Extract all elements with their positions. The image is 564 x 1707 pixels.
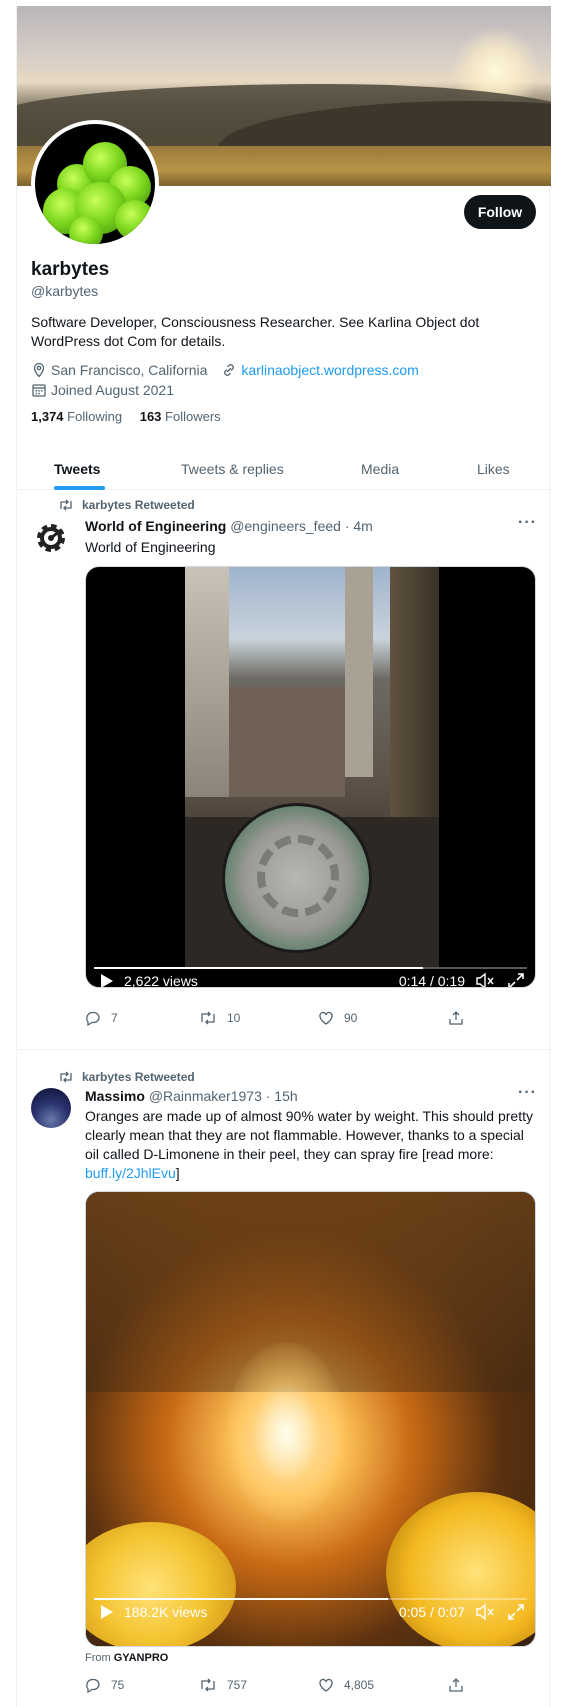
more-icon[interactable]: ··· [518, 1084, 537, 1102]
tweet[interactable]: karbytes Retweeted Massimo @Rainmaker197… [17, 1060, 551, 1707]
share-icon [449, 1011, 463, 1025]
profile-handle: @karbytes [31, 283, 99, 299]
tweet-header: Massimo @Rainmaker1973 · 15h [85, 1088, 298, 1104]
video-controls: 188.2K views 0:05 / 0:07 [86, 1598, 535, 1628]
location-icon [33, 362, 45, 378]
retweet-icon [201, 1011, 215, 1025]
video-frame [86, 1192, 535, 1646]
tweet-actions: 7 10 90 [85, 1010, 536, 1030]
tweet-text: Oranges are made up of almost 90% water … [85, 1108, 533, 1181]
profile-location: San Francisco, California [51, 362, 208, 378]
video-time: 0:05 / 0:07 [398, 1604, 465, 1620]
video-views: 188.2K views [124, 1604, 208, 1620]
profile-avatar[interactable] [31, 120, 159, 248]
video-frame [185, 567, 439, 967]
author-handle[interactable]: @engineers_feed · 4m [230, 518, 373, 534]
profile-counts: 1,374 Following 163 Followers [31, 409, 221, 424]
reply-icon [86, 1011, 100, 1026]
video-source-link[interactable]: GYANPRO [114, 1652, 169, 1664]
reply-button[interactable]: 7 [85, 1010, 118, 1026]
gear-icon [37, 524, 65, 552]
fullscreen-icon[interactable] [507, 972, 525, 988]
profile-meta-row: San Francisco, California karlinaobject.… [31, 362, 419, 378]
profile-website-link[interactable]: karlinaobject.wordpress.com [241, 362, 418, 378]
video-time: 0:14 / 0:19 [398, 973, 465, 988]
retweet-icon [60, 1071, 72, 1083]
share-button[interactable] [448, 1010, 464, 1026]
like-icon [319, 1011, 333, 1025]
video-views: 2,622 views [124, 973, 198, 988]
like-button[interactable]: 90 [318, 1010, 357, 1026]
profile-joined: Joined August 2021 [51, 382, 174, 398]
like-button[interactable]: 4,805 [318, 1677, 374, 1693]
retweet-icon [60, 499, 72, 511]
retweet-button[interactable]: 10 [199, 1010, 240, 1026]
mute-icon[interactable] [475, 972, 495, 988]
author-avatar[interactable] [31, 1088, 71, 1128]
tab-media[interactable]: Media [361, 448, 399, 490]
calendar-icon [32, 384, 46, 397]
like-icon [319, 1678, 333, 1692]
play-icon[interactable] [100, 973, 114, 988]
author-name[interactable]: Massimo [85, 1088, 145, 1104]
mute-icon[interactable] [475, 1603, 495, 1621]
tweet[interactable]: karbytes Retweeted World of Engineering … [17, 490, 551, 1050]
video-controls: 2,622 views 0:14 / 0:19 [86, 967, 535, 988]
profile-page: Follow karbytes @karbytes Software Devel… [16, 0, 551, 1707]
retweet-button[interactable]: 757 [199, 1677, 247, 1693]
video-source: From GYANPRO [85, 1652, 169, 1664]
profile-joined-row: Joined August 2021 [31, 382, 174, 398]
share-button[interactable] [448, 1677, 464, 1693]
link-icon [224, 364, 235, 376]
retweet-label: karbytes Retweeted [58, 1070, 195, 1084]
tweet-video[interactable]: 188.2K views 0:05 / 0:07 [85, 1191, 536, 1647]
profile-bio: Software Developer, Consciousness Resear… [31, 314, 480, 349]
share-icon [449, 1678, 463, 1692]
follow-button[interactable]: Follow [464, 195, 536, 229]
profile-name: karbytes [31, 259, 110, 280]
followers-link[interactable]: 163 Followers [140, 409, 221, 424]
tab-likes[interactable]: Likes [477, 448, 510, 490]
more-icon[interactable]: ··· [518, 514, 537, 532]
tweet-header: World of Engineering @engineers_feed · 4… [85, 518, 373, 534]
reply-button[interactable]: 75 [85, 1677, 124, 1693]
profile-tabs: Tweets Tweets & replies Media Likes [17, 448, 551, 490]
author-avatar[interactable] [31, 518, 71, 558]
author-handle[interactable]: @Rainmaker1973 · 15h [149, 1088, 298, 1104]
tweet-link[interactable]: buff.ly/2JhlEvu [85, 1165, 176, 1181]
reply-icon [86, 1678, 100, 1693]
tweet-actions: 75 757 4,805 [85, 1677, 536, 1697]
tweet-video[interactable]: 2,622 views 0:14 / 0:19 [85, 566, 536, 988]
retweet-label: karbytes Retweeted [58, 498, 195, 512]
fullscreen-icon[interactable] [507, 1603, 525, 1621]
tweet-text: World of Engineering [85, 539, 216, 555]
tab-tweets[interactable]: Tweets [54, 448, 100, 490]
tab-tweets-and-replies[interactable]: Tweets & replies [181, 448, 284, 490]
author-name[interactable]: World of Engineering [85, 518, 226, 534]
retweet-icon [201, 1678, 215, 1692]
play-icon[interactable] [100, 1604, 114, 1620]
following-link[interactable]: 1,374 Following [31, 409, 122, 424]
